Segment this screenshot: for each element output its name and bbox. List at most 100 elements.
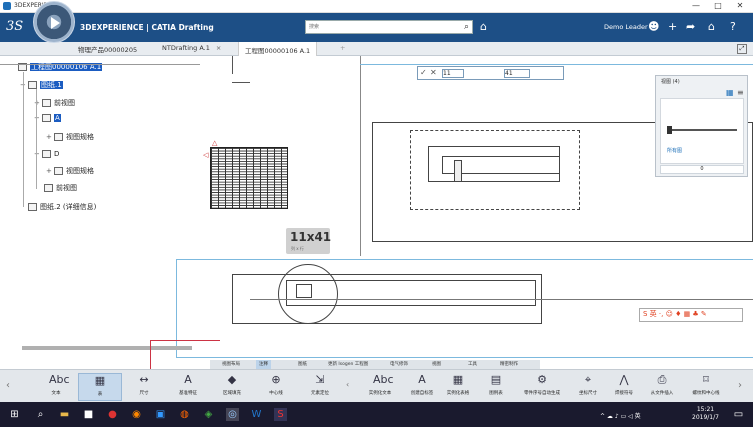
tree-item-view-spec[interactable]: + 视图规格 <box>46 132 94 142</box>
file-explorer-icon[interactable]: ▬ <box>58 408 71 421</box>
cancel-icon[interactable]: ✕ <box>430 68 437 77</box>
app-icon[interactable]: ▣ <box>154 408 167 421</box>
search-icon[interactable]: ⌕ <box>464 22 469 32</box>
action-instantiate-text[interactable]: Abc 实例化文本 <box>358 373 402 401</box>
tree-item-front-view-2[interactable]: 前视图 <box>44 183 77 193</box>
zoom-slider-handle[interactable] <box>667 126 672 134</box>
user-name[interactable]: Demo Leader <box>604 23 648 31</box>
expand-node-icon[interactable]: + <box>34 99 40 107</box>
ribbon-tabs: 视图布局 注释 图纸 更新 Isogen 工程图 电气修饰 视图 工具 精密制作 <box>210 360 540 369</box>
app-logo-icon <box>3 2 11 10</box>
view-frame-line <box>360 64 753 65</box>
ribbon-tab-sheet[interactable]: 图纸 <box>298 361 307 367</box>
maximize-button[interactable]: □ <box>708 1 728 12</box>
ribbon-tab-electrical[interactable]: 电气修饰 <box>390 361 408 367</box>
home-icon[interactable]: ⌂ <box>708 20 715 33</box>
notification-icon[interactable]: ▭ <box>732 408 745 421</box>
tree-item-front-view[interactable]: + 前视图 <box>34 98 75 108</box>
drawing-canvas[interactable]: 工程图00000106 A.1 −图纸.1 +前视图 −A +视图规格 −D +… <box>0 56 753 369</box>
action-centerline[interactable]: ⊕ 中心线 <box>254 373 298 401</box>
word-icon[interactable]: W <box>250 408 263 421</box>
legend-table-icon: ▤ <box>490 373 502 386</box>
app-icon[interactable]: ● <box>106 408 119 421</box>
start-icon[interactable]: ⊞ <box>8 408 21 421</box>
expand-node-icon[interactable]: + <box>46 167 52 175</box>
tag-icon[interactable]: ⌂ <box>480 20 487 33</box>
list-view-icon[interactable]: ≡ <box>737 88 744 97</box>
search-input[interactable] <box>306 21 456 33</box>
centerline-icon: ⊕ <box>271 373 281 386</box>
action-datum[interactable]: A 基准特征 <box>166 373 210 401</box>
system-tray[interactable]: ^ ☁ ♪ ▭ ◁ 英 <box>600 411 641 420</box>
ribbon-tab-tools[interactable]: 工具 <box>468 361 477 367</box>
ribbon-tab-annotation[interactable]: 注释 <box>256 360 271 369</box>
tree-item-view-spec[interactable]: + 视图规格 <box>46 166 94 176</box>
view-panel-footer[interactable]: 0 <box>660 165 744 174</box>
ribbon-tab-view[interactable]: 视图 <box>432 361 441 367</box>
action-label: 区域填充 <box>223 391 241 396</box>
help-icon[interactable]: ? <box>730 20 736 33</box>
tree-item-sheet2[interactable]: 图纸.2 (详细信息) <box>28 202 96 212</box>
view-icon <box>42 99 51 107</box>
table-size-grid[interactable] <box>210 147 288 209</box>
action-balloon-auto[interactable]: ⚙ 零件序号自动生成 <box>520 373 564 401</box>
action-element-position[interactable]: ⇲ 元素定位 <box>298 373 342 401</box>
scroll-left-icon[interactable]: ‹ <box>6 380 10 391</box>
insert-arrow-icon: △ <box>212 139 218 147</box>
ribbon-tab-precision[interactable]: 精密制作 <box>500 361 518 367</box>
tree-item-a[interactable]: −A <box>34 114 61 122</box>
user-add-icon[interactable]: ☻ <box>648 20 659 33</box>
app-icon[interactable]: ◈ <box>202 408 215 421</box>
part-outline <box>286 280 536 306</box>
clock[interactable]: 15:21 2019/1/7 <box>692 406 719 422</box>
action-label: 尺寸 <box>139 391 149 396</box>
collapse-icon[interactable]: − <box>34 150 40 158</box>
new-tab-icon[interactable]: + <box>340 44 345 52</box>
expand-icon[interactable]: ⤢ <box>737 44 747 54</box>
zoom-slider[interactable] <box>667 129 737 131</box>
action-legend-table[interactable]: ▤ 图例表 <box>474 373 518 401</box>
tree-item-sheet1[interactable]: −图纸.1 <box>20 80 63 90</box>
catia-icon[interactable]: ◎ <box>226 408 239 421</box>
action-thread-centerline[interactable]: ⌑ 螺纹和中心线 <box>684 373 728 401</box>
rows-field[interactable]: 41 <box>504 69 530 78</box>
action-table[interactable]: ▦ 表 <box>78 373 122 401</box>
frame-line <box>150 340 151 369</box>
ime-toolbar[interactable]: S 英 ·, ☺ ♦ ▦ ♣ ✎ <box>639 308 743 322</box>
columns-field[interactable]: 11 <box>442 69 464 78</box>
action-area-fill[interactable]: ◆ 区域填充 <box>210 373 254 401</box>
view-panel-label[interactable]: 所有图 <box>667 147 682 154</box>
window-titlebar: 3DEXPERIENCE — □ ✕ <box>0 0 753 13</box>
action-insert-file[interactable]: ⎙ 从文件插入 <box>640 373 684 401</box>
plus-icon[interactable]: + <box>668 20 677 33</box>
confirm-icon[interactable]: ✓ <box>420 68 427 77</box>
ribbon-tab-view-layout[interactable]: 视图布局 <box>222 361 240 367</box>
collapse-icon[interactable]: − <box>34 114 40 122</box>
search-box[interactable]: ⌕ <box>305 20 473 34</box>
tab-drawing[interactable]: 工程图00000106 A.1 <box>238 42 318 56</box>
minimize-button[interactable]: — <box>686 1 706 12</box>
balloon-auto-icon: ⚙ <box>537 373 547 386</box>
close-button[interactable]: ✕ <box>730 1 750 12</box>
self-label-icon: A <box>418 373 426 386</box>
app-icon[interactable]: ◍ <box>178 408 191 421</box>
tab-ntdrafting[interactable]: NTDrafting A.1 × <box>162 44 221 52</box>
action-dimension[interactable]: ↔ 尺寸 <box>122 373 166 401</box>
collapse-arrow-icon[interactable]: ‹ <box>346 380 349 389</box>
tab-physical-product[interactable]: 物理产品00000205 <box>78 44 137 54</box>
share-icon[interactable]: ➦ <box>686 20 695 33</box>
app-icon[interactable]: S <box>274 408 287 421</box>
tree-item-d[interactable]: −D <box>34 150 59 158</box>
close-tab-icon[interactable]: × <box>216 44 221 52</box>
datum-icon: A <box>184 373 192 386</box>
grid-view-icon[interactable]: ▦ <box>726 88 734 97</box>
search-taskbar-icon[interactable]: ⌕ <box>34 408 47 421</box>
browser-icon[interactable]: ◉ <box>130 408 143 421</box>
expand-node-icon[interactable]: + <box>46 133 52 141</box>
ribbon-tab-isogen[interactable]: 更新 Isogen 工程图 <box>328 361 368 367</box>
compass-button[interactable] <box>33 1 75 43</box>
scroll-right-icon[interactable]: › <box>738 380 742 391</box>
scrollbar[interactable] <box>22 346 192 350</box>
app-icon[interactable]: ■ <box>82 408 95 421</box>
action-text[interactable]: Abc 文本 <box>34 373 78 401</box>
